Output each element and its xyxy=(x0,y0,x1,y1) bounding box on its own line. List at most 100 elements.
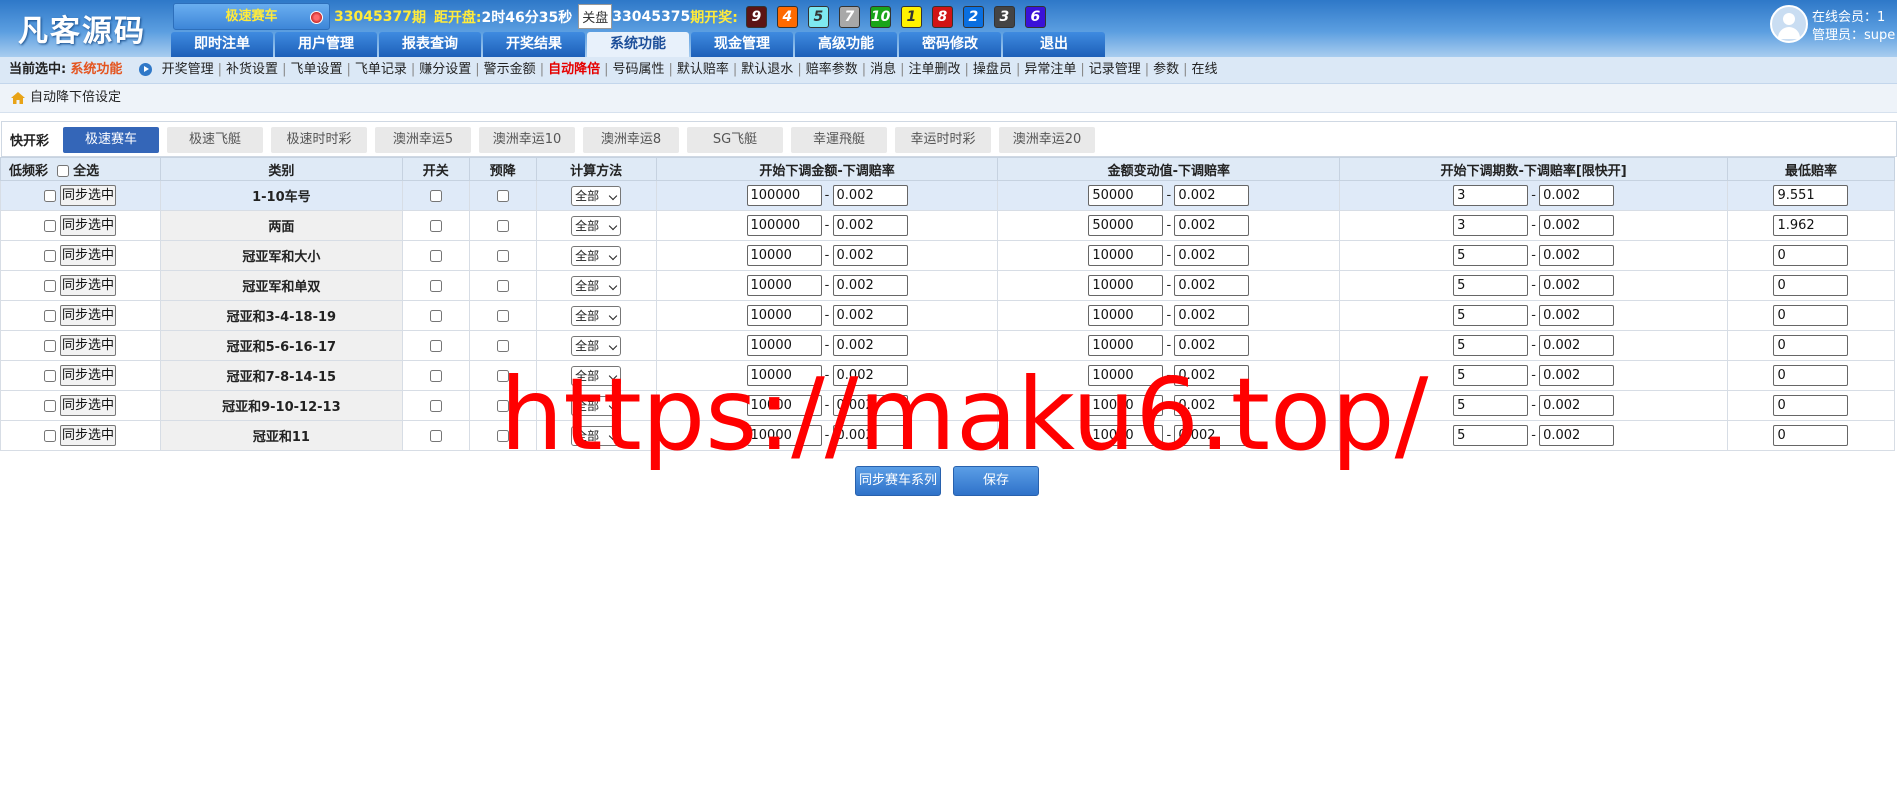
start-amount-input[interactable]: 100000 xyxy=(746,215,822,236)
row-checkbox[interactable] xyxy=(44,399,56,412)
subnav-link[interactable]: 操盘员 xyxy=(973,62,1012,77)
method-select[interactable]: 全部 xyxy=(571,425,622,446)
switch-checkbox[interactable] xyxy=(429,249,442,262)
switch-checkbox[interactable] xyxy=(429,339,442,352)
switch-checkbox[interactable] xyxy=(429,429,442,442)
subnav-link[interactable]: 警示金额 xyxy=(484,62,536,77)
min-odds-input[interactable]: 0 xyxy=(1773,395,1849,416)
method-select[interactable]: 全部 xyxy=(571,305,622,326)
min-odds-input[interactable]: 0 xyxy=(1773,335,1849,356)
subnav-link[interactable]: 补货设置 xyxy=(226,62,278,77)
amount-change-odds-input[interactable]: 0.002 xyxy=(1174,365,1250,386)
subnav-link[interactable]: 赔率参数 xyxy=(806,62,858,77)
row-checkbox[interactable] xyxy=(44,429,56,442)
subnav-link[interactable]: 参数 xyxy=(1153,62,1179,77)
start-periods-input[interactable]: 3 xyxy=(1453,215,1529,236)
sync-selected-button[interactable]: 同步选中 xyxy=(60,365,116,386)
subnav-link[interactable]: 飞单记录 xyxy=(355,62,407,77)
row-checkbox[interactable] xyxy=(44,249,56,262)
start-amount-input[interactable]: 10000 xyxy=(746,245,822,266)
min-odds-input[interactable]: 0 xyxy=(1773,365,1849,386)
amount-change-input[interactable]: 10000 xyxy=(1088,365,1164,386)
nav-item[interactable]: 现金管理 xyxy=(691,32,793,57)
sync-selected-button[interactable]: 同步选中 xyxy=(60,185,116,206)
subnav-link[interactable]: 异常注单 xyxy=(1024,62,1076,77)
start-amount-input[interactable]: 10000 xyxy=(746,275,822,296)
nav-item[interactable]: 密码修改 xyxy=(899,32,1001,57)
min-odds-input[interactable]: 0 xyxy=(1773,425,1849,446)
lottery-tab[interactable]: 极速赛车 xyxy=(63,127,159,153)
nav-item[interactable]: 即时注单 xyxy=(171,32,273,57)
nav-item[interactable]: 系统功能 xyxy=(587,32,689,57)
start-periods-odds-input[interactable]: 0.002 xyxy=(1539,395,1615,416)
start-amount-input[interactable]: 10000 xyxy=(746,365,822,386)
select-all-checkbox[interactable] xyxy=(56,165,69,177)
pre-reduce-checkbox[interactable] xyxy=(496,309,509,322)
nav-item[interactable]: 开奖结果 xyxy=(483,32,585,57)
amount-change-odds-input[interactable]: 0.002 xyxy=(1174,245,1250,266)
method-select[interactable]: 全部 xyxy=(571,395,622,416)
sync-selected-button[interactable]: 同步选中 xyxy=(60,275,116,296)
start-amount-odds-input[interactable]: 0.002 xyxy=(832,185,908,206)
lottery-tab[interactable]: 幸運飛艇 xyxy=(791,127,887,153)
sync-selected-button[interactable]: 同步选中 xyxy=(60,305,116,326)
subnav-link[interactable]: 开奖管理 xyxy=(162,62,214,77)
subnav-link[interactable]: 默认退水 xyxy=(741,62,793,77)
switch-checkbox[interactable] xyxy=(429,399,442,412)
switch-checkbox[interactable] xyxy=(429,219,442,232)
method-select[interactable]: 全部 xyxy=(571,215,622,236)
subnav-link[interactable]: 注单删改 xyxy=(909,62,961,77)
start-periods-odds-input[interactable]: 0.002 xyxy=(1539,215,1615,236)
start-periods-input[interactable]: 5 xyxy=(1453,395,1529,416)
nav-item[interactable]: 报表查询 xyxy=(379,32,481,57)
amount-change-input[interactable]: 10000 xyxy=(1088,425,1164,446)
pre-reduce-checkbox[interactable] xyxy=(496,399,509,412)
switch-checkbox[interactable] xyxy=(429,309,442,322)
start-amount-odds-input[interactable]: 0.002 xyxy=(832,245,908,266)
method-select[interactable]: 全部 xyxy=(571,365,622,386)
amount-change-input[interactable]: 10000 xyxy=(1088,305,1164,326)
pre-reduce-checkbox[interactable] xyxy=(496,189,509,202)
min-odds-input[interactable]: 1.962 xyxy=(1773,215,1849,236)
row-checkbox[interactable] xyxy=(44,219,56,232)
start-amount-input[interactable]: 10000 xyxy=(746,305,822,326)
method-select[interactable]: 全部 xyxy=(571,185,622,206)
subnav-link[interactable]: 在线 xyxy=(1192,62,1218,77)
switch-checkbox[interactable] xyxy=(429,369,442,382)
lottery-tab[interactable]: 澳洲幸运8 xyxy=(583,127,679,153)
amount-change-input[interactable]: 10000 xyxy=(1088,395,1164,416)
start-amount-odds-input[interactable]: 0.002 xyxy=(832,275,908,296)
start-amount-odds-input[interactable]: 0.002 xyxy=(832,395,908,416)
amount-change-input[interactable]: 50000 xyxy=(1088,185,1164,206)
subnav-link[interactable]: 记录管理 xyxy=(1089,62,1141,77)
pre-reduce-checkbox[interactable] xyxy=(496,429,509,442)
pre-reduce-checkbox[interactable] xyxy=(496,339,509,352)
min-odds-input[interactable]: 0 xyxy=(1773,245,1849,266)
start-periods-odds-input[interactable]: 0.002 xyxy=(1539,365,1615,386)
amount-change-input[interactable]: 50000 xyxy=(1088,215,1164,236)
lottery-tab[interactable]: 极速飞艇 xyxy=(167,127,263,153)
amount-change-odds-input[interactable]: 0.002 xyxy=(1174,305,1250,326)
lottery-tab[interactable]: 澳洲幸运5 xyxy=(375,127,471,153)
pre-reduce-checkbox[interactable] xyxy=(496,219,509,232)
start-amount-odds-input[interactable]: 0.002 xyxy=(832,365,908,386)
sync-selected-button[interactable]: 同步选中 xyxy=(60,215,116,236)
lottery-tab[interactable]: 澳洲幸运10 xyxy=(479,127,575,153)
pre-reduce-checkbox[interactable] xyxy=(496,369,509,382)
start-amount-odds-input[interactable]: 0.002 xyxy=(832,335,908,356)
lottery-tab[interactable]: 幸运时时彩 xyxy=(895,127,991,153)
start-periods-input[interactable]: 5 xyxy=(1453,425,1529,446)
start-periods-odds-input[interactable]: 0.002 xyxy=(1539,245,1615,266)
min-odds-input[interactable]: 9.551 xyxy=(1773,185,1849,206)
start-periods-odds-input[interactable]: 0.002 xyxy=(1539,335,1615,356)
sync-selected-button[interactable]: 同步选中 xyxy=(60,245,116,266)
row-checkbox[interactable] xyxy=(44,189,56,202)
subnav-link[interactable]: 消息 xyxy=(870,62,896,77)
pre-reduce-checkbox[interactable] xyxy=(496,249,509,262)
start-amount-input[interactable]: 100000 xyxy=(746,185,822,206)
amount-change-input[interactable]: 10000 xyxy=(1088,245,1164,266)
subnav-link[interactable]: 飞单设置 xyxy=(290,62,342,77)
start-amount-input[interactable]: 10000 xyxy=(746,425,822,446)
row-checkbox[interactable] xyxy=(44,369,56,382)
game-selector-button[interactable]: 极速赛车 xyxy=(173,3,330,30)
